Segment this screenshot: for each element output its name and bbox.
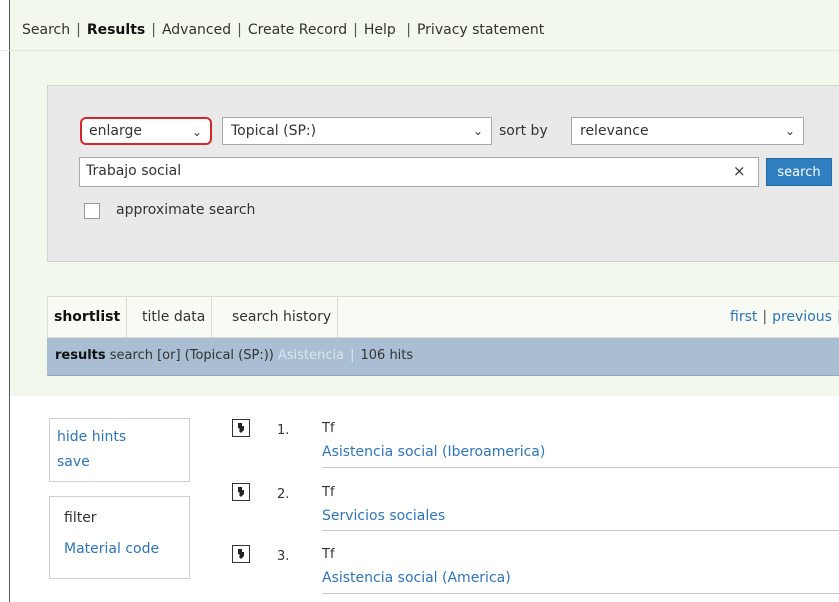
sort-by-label: sort by [499, 123, 548, 139]
results-label: results [55, 348, 106, 363]
chevron-down-icon: ⌄ [191, 125, 202, 139]
hide-hints-link[interactable]: hide hints [57, 429, 126, 445]
nav-search[interactable]: Search [22, 22, 70, 38]
nav-help[interactable]: Help [364, 22, 396, 38]
pager-separator: | [762, 309, 768, 325]
result-type: Tf [322, 547, 335, 562]
pager-first-link[interactable]: first [730, 309, 757, 325]
results-search-term: Asistencia [277, 348, 345, 363]
sort-select[interactable]: relevance ⌄ [571, 117, 804, 145]
results-bar: results search [or] (Topical (SP:)) Asis… [47, 338, 839, 376]
results-query-description: search [or] (Topical (SP:)) [109, 348, 274, 363]
filter-box: filter Material code [49, 496, 190, 579]
result-number: 1. [277, 423, 290, 438]
approximate-search-label: approximate search [116, 202, 256, 218]
sort-value: relevance [580, 123, 649, 139]
tab-shortlist[interactable]: shortlist [48, 297, 128, 337]
result-title-link[interactable]: Asistencia social (America) [322, 570, 511, 586]
nav-separator: | [401, 22, 411, 38]
result-title-link[interactable]: Servicios sociales [322, 508, 445, 524]
search-button[interactable]: search [766, 158, 832, 186]
nav-advanced[interactable]: Advanced [162, 22, 231, 38]
pager-separator: | [832, 309, 839, 325]
nav-privacy-statement[interactable]: Privacy statement [417, 22, 544, 38]
nav-separator: | [151, 22, 156, 38]
result-tabs: shortlist title data search history firs… [47, 296, 839, 338]
divider [322, 530, 839, 531]
result-number: 2. [277, 487, 290, 502]
nav-links: Search | Results | Advanced | Create Record | He… [22, 22, 544, 38]
result-type: Tf [322, 485, 335, 500]
document-icon[interactable] [232, 419, 250, 437]
search-input-value: Trabajo social [86, 163, 182, 179]
result-title-link[interactable]: Asistencia social (Iberoamerica) [322, 444, 545, 460]
results-hit-count: 106 hits [360, 348, 414, 363]
pager-previous-link[interactable]: previous [772, 309, 832, 325]
search-input[interactable]: Trabajo social [79, 157, 759, 187]
nav-separator: | [353, 22, 358, 38]
material-code-link[interactable]: Material code [64, 541, 159, 557]
pager: first |previous| [730, 297, 839, 337]
nav-separator: | [237, 22, 242, 38]
divider [322, 467, 839, 468]
nav-separator: | [76, 22, 81, 38]
nav-results[interactable]: Results [87, 22, 145, 38]
search-field-value: Topical (SP:) [231, 123, 317, 139]
result-type: Tf [322, 421, 335, 436]
tab-search-history[interactable]: search history [226, 297, 339, 337]
top-navigation: Search | Results | Advanced | Create Record | He… [0, 0, 839, 51]
nav-create-record[interactable]: Create Record [248, 22, 347, 38]
search-mode-select[interactable]: enlarge ⌄ [80, 117, 212, 145]
tab-title-data[interactable]: title data [136, 297, 213, 337]
save-link[interactable]: save [57, 454, 90, 470]
result-number: 3. [277, 549, 290, 564]
results-summary: results search [or] (Topical (SP:)) Asis… [55, 348, 413, 363]
approximate-search-checkbox[interactable] [84, 203, 100, 219]
document-icon[interactable] [232, 545, 250, 563]
filter-title: filter [64, 510, 97, 526]
search-mode-value: enlarge [89, 123, 142, 139]
divider [322, 593, 839, 594]
chevron-down-icon: ⌄ [472, 124, 483, 138]
chevron-down-icon: ⌄ [784, 124, 795, 138]
hints-box: hide hints save [49, 418, 190, 482]
document-icon[interactable] [232, 483, 250, 501]
clear-icon[interactable]: × [733, 162, 746, 180]
search-field-select[interactable]: Topical (SP:) ⌄ [222, 117, 492, 145]
results-separator: | [350, 348, 355, 363]
left-border [9, 0, 10, 602]
